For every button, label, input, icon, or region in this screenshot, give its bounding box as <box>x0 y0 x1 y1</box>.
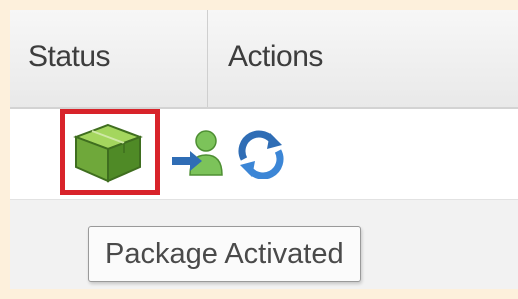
assign-user-icon[interactable] <box>170 127 226 179</box>
status-cell <box>60 109 168 199</box>
table-row <box>10 109 518 200</box>
column-header-actions[interactable]: Actions <box>228 40 323 74</box>
refresh-icon[interactable] <box>234 129 288 179</box>
grid-header: Status Actions <box>10 10 518 109</box>
status-tooltip: Package Activated <box>88 226 361 282</box>
column-divider[interactable] <box>207 10 208 107</box>
package-activated-icon[interactable] <box>72 121 144 185</box>
column-header-status[interactable]: Status <box>28 40 111 74</box>
grid-panel: Status Actions Package Activated <box>10 10 518 289</box>
